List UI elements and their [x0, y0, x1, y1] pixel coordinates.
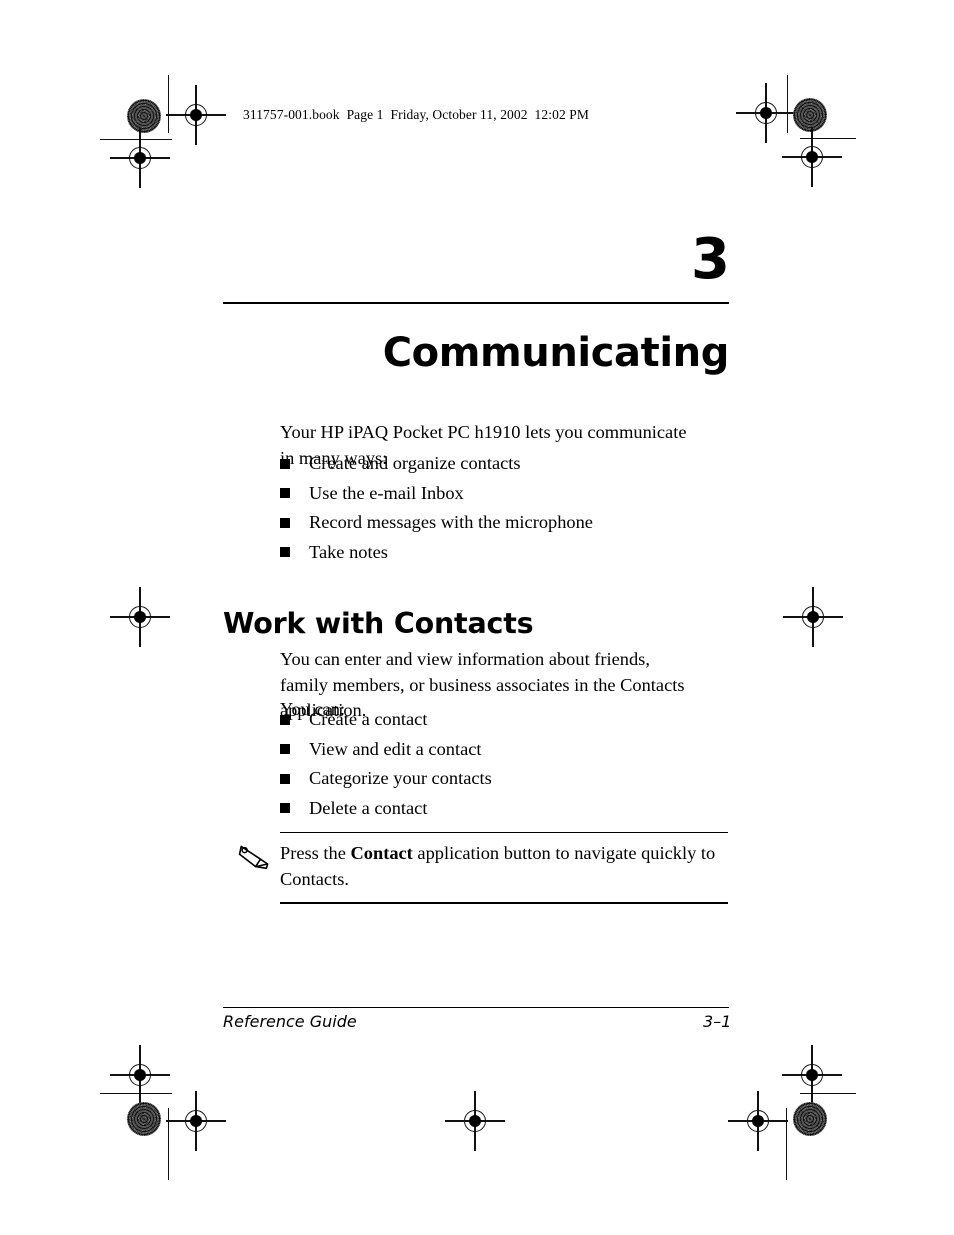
halftone-dot-icon [127, 99, 161, 133]
list-item-label: Take notes [309, 541, 388, 562]
chapter-divider-rule [223, 302, 729, 304]
list-item-label: Categorize your contacts [309, 768, 492, 788]
crop-line-horizontal [100, 1093, 172, 1095]
list-item-label: Create and organize contacts [309, 453, 521, 473]
pencil-note-icon [238, 843, 272, 873]
crop-line-vertical [168, 75, 170, 133]
list-item-label: View and edit a contact [309, 738, 482, 759]
note-text-before: Press the [280, 843, 351, 864]
list-item: Create a contact [280, 709, 710, 729]
list-item: Create and organize contacts [280, 453, 710, 473]
square-bullet-icon [280, 488, 290, 498]
crop-line-horizontal [100, 139, 172, 141]
chapter-title: Communicating [382, 329, 730, 376]
crop-line-vertical [786, 1108, 788, 1180]
list-item: Categorize your contacts [280, 768, 710, 788]
note-bottom-rule [280, 902, 728, 904]
list-item-label: Use the e-mail Inbox [309, 482, 464, 503]
list-item-label: Record messages with the microphone [309, 512, 593, 532]
section-heading-work-with-contacts: Work with Contacts [223, 606, 534, 640]
note-callout: Press the Contact application button to … [238, 832, 728, 904]
list-item-label: Delete a contact [309, 797, 428, 818]
square-bullet-icon [280, 744, 290, 754]
crop-line-vertical [168, 1108, 170, 1180]
book-file-header: 311757-001.book Page 1 Friday, October 1… [243, 107, 589, 122]
note-body: Press the Contact application button to … [238, 833, 728, 902]
square-bullet-icon [280, 458, 290, 469]
square-bullet-icon [280, 547, 290, 557]
chapter-number: 3 [691, 227, 730, 292]
halftone-dot-icon [127, 1102, 161, 1136]
crop-line-vertical [787, 75, 789, 133]
footer-page-number: 3–1 [703, 1012, 732, 1031]
list-item: View and edit a contact [280, 739, 710, 759]
crop-line-horizontal [800, 1093, 856, 1095]
halftone-dot-icon [793, 98, 827, 132]
square-bullet-icon [280, 803, 290, 813]
halftone-dot-icon [793, 1102, 827, 1136]
list-item-label: Create a contact [309, 709, 428, 729]
list-item: Record messages with the microphone [280, 512, 710, 532]
note-emphasis: Contact [350, 843, 413, 864]
crop-line-horizontal [800, 138, 856, 140]
list-item: Take notes [280, 542, 710, 562]
square-bullet-icon [280, 517, 290, 528]
document-page: 311757-001.book Page 1 Friday, October 1… [0, 0, 954, 1235]
square-bullet-icon [280, 714, 290, 725]
section-bullet-list: Create a contact View and edit a contact… [280, 709, 710, 827]
list-item: Use the e-mail Inbox [280, 483, 710, 503]
list-item: Delete a contact [280, 798, 710, 818]
footer-rule [223, 1007, 729, 1009]
footer-guide-title: Reference Guide [223, 1012, 357, 1031]
square-bullet-icon [280, 773, 290, 784]
note-text: Press the Contact application button to … [280, 841, 728, 892]
intro-bullet-list: Create and organize contacts Use the e-m… [280, 453, 710, 571]
